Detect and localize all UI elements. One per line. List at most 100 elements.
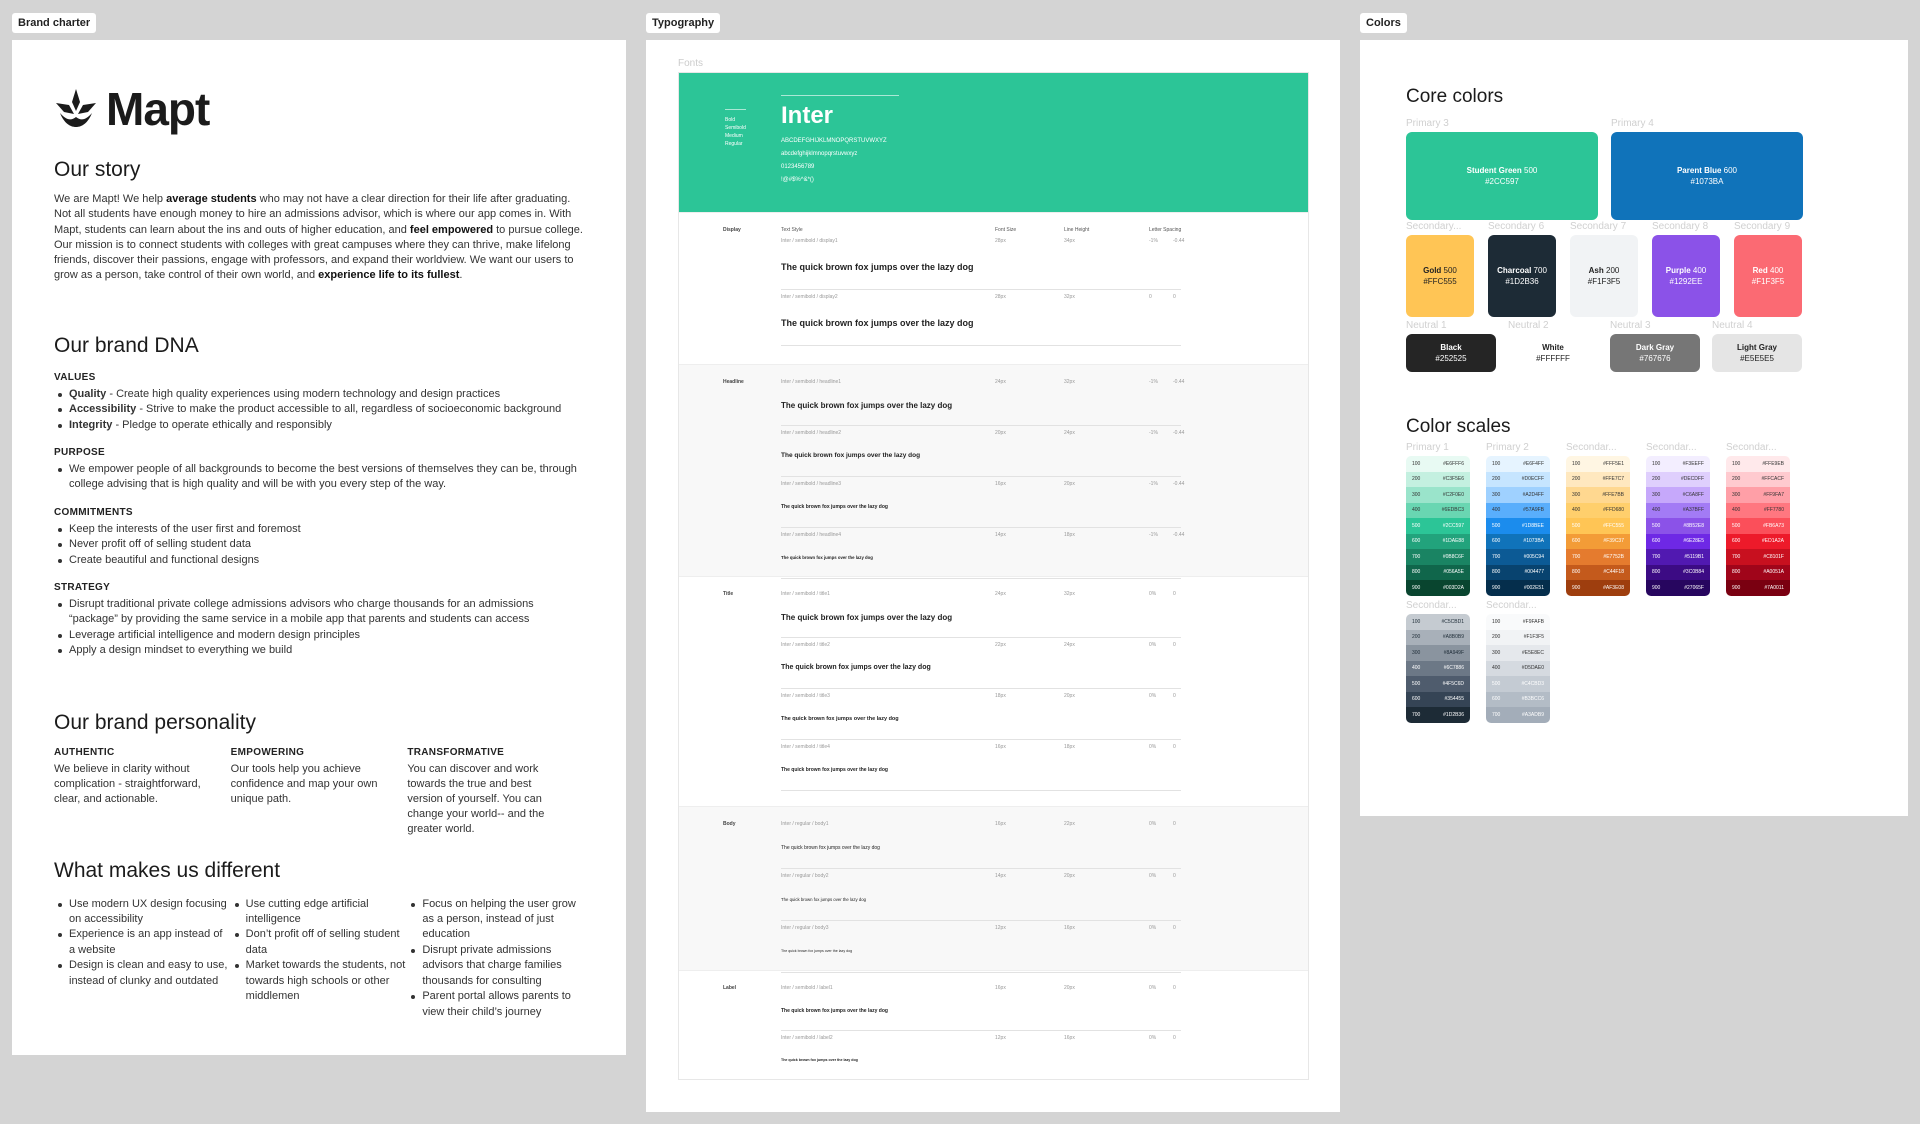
scale-step: 600 #ED1A2A (1726, 533, 1790, 549)
scale-step-weight: 500 (1572, 522, 1581, 529)
trait-heading: EMPOWERING (230, 746, 305, 758)
scale-step-weight: 900 (1652, 584, 1661, 591)
swatch-name-text: Light Gray (1736, 343, 1777, 352)
type-letter-spacing-px: -0.44 (1173, 379, 1185, 385)
swatch-hex: #767676 (1639, 354, 1671, 363)
scale-step: 900 #002E51 (1486, 580, 1550, 596)
story-emphasis: experience life to its fullest (318, 269, 460, 282)
scale-step-hex: #C4CBD3 (1521, 680, 1544, 687)
type-sample: The quick brown fox jumps over the lazy … (781, 504, 888, 510)
scale-step-hex: #F1F3F5 (1523, 634, 1544, 641)
scale-step: 800 #3C0B84 (1646, 564, 1710, 580)
scale-step: 800 #A0051A (1726, 564, 1790, 580)
scale-step-hex: #FFE7C7 (1602, 476, 1624, 483)
type-sample: The quick brown fox jumps over the lazy … (781, 664, 931, 671)
scale-step: 700 #1D2B36 (1406, 707, 1470, 723)
different-item: Parent portal allows parents to view the… (411, 989, 584, 1020)
different-item: Design is clean and easy to use, instead… (58, 958, 231, 989)
scale-step-weight: 900 (1732, 584, 1741, 591)
scale-step-hex: #004477 (1524, 569, 1544, 576)
type-style-name: Inter / semibold / title1 (781, 591, 830, 597)
different-item: Disrupt private admissions advisors that… (411, 943, 584, 989)
type-letter-spacing-px: -0.44 (1173, 238, 1185, 244)
value-item: Accessibility - Strive to make the produ… (58, 402, 584, 417)
core-colors-title: Core colors (1406, 86, 1504, 107)
scale-step: 700 #A3ADB9 (1486, 707, 1550, 723)
scale-step-weight: 700 (1652, 553, 1661, 560)
scale-step-weight: 600 (1492, 538, 1501, 545)
color-scale: 100 #F9FAFB 200 #F1F3F5 300 #E5E8EC 400 #D5DAE0… (1486, 614, 1550, 723)
swatch-name-text: Purple (1665, 266, 1691, 275)
trait-heading: AUTHENTIC (54, 746, 115, 758)
scale-step-hex: #5119B1 (1684, 553, 1704, 560)
mapt-logo-icon (56, 89, 96, 127)
scale-step: 100 #F9FAFB (1486, 614, 1550, 630)
scale-step: 200 #F1F3F5 (1486, 629, 1550, 645)
different-list: Use cutting edge artificial intelligence… (231, 897, 408, 1005)
color-scale: 100 #C5CBD1 200 #A8B0B9 300 #8A949F 400 #6C7886… (1406, 614, 1470, 723)
story-emphasis: feel empowered (409, 223, 494, 236)
font-weight-label: Bold (725, 117, 736, 123)
type-style-name: Inter / semibold / headline2 (781, 430, 842, 436)
type-font-size: 28px (995, 294, 1006, 300)
type-sample: The quick brown fox jumps over the lazy … (781, 1058, 858, 1063)
commitment-item: Never profit off of selling student data (58, 537, 584, 552)
swatch-name: Red 400 (1753, 265, 1784, 276)
scale-step-weight: 500 (1732, 522, 1741, 529)
scale-step-hex: #6C7886 (1443, 665, 1464, 672)
type-row: Inter / semibold / display1 28px 34px -1% -0… (781, 238, 1185, 290)
scale-step: 600 #1073BA (1486, 533, 1550, 549)
scale-step-weight: 500 (1412, 680, 1421, 687)
scale-step-weight: 800 (1492, 569, 1501, 576)
type-section-display: Display Text Style Font Size Line Height Let… (679, 212, 1308, 364)
type-style-name: Inter / regular / body1 (781, 821, 829, 827)
type-section-name: Display (723, 227, 741, 233)
commitments-heading: COMMITMENTS (54, 506, 133, 518)
type-line-height: 16px (1064, 925, 1075, 931)
scale-step: 800 #C44F18 (1566, 564, 1630, 580)
logo-text: Mapt (106, 83, 210, 135)
swatch-label: Secondary... (1406, 221, 1462, 232)
scale-step-hex: #57A9FB (1523, 507, 1544, 514)
commitment-item: Create beautiful and functional designs (58, 553, 584, 568)
swatch-name-text: Charcoal (1497, 266, 1532, 275)
typography-frame[interactable]: Fonts Bold Semibold Medium Regular Inter AB… (646, 40, 1340, 1112)
scale-step-hex: #D5DAE0 (1521, 665, 1544, 672)
personality-trait: AUTHENTIC We believe in clarity without c… (54, 745, 231, 837)
type-letter-spacing: 0 (1149, 294, 1152, 300)
scale-step: 400 #FFD680 (1566, 502, 1630, 518)
scale-step-weight: 300 (1572, 491, 1581, 498)
scale-step: 800 #004477 (1486, 564, 1550, 580)
type-section-name: Headline (723, 379, 744, 385)
scale-step: 900 #003D2A (1406, 580, 1470, 596)
scale-step-weight: 700 (1572, 553, 1581, 560)
scale-step-weight: 800 (1732, 569, 1741, 576)
type-font-size: 28px (995, 238, 1006, 244)
frame-label-typography[interactable]: Typography (646, 13, 721, 33)
type-letter-spacing-px: -0.44 (1173, 481, 1185, 487)
frame-label-colors[interactable]: Colors (1360, 13, 1407, 33)
strategy-item: Apply a design mindset to everything we … (58, 643, 584, 658)
swatch-label: Secondary 7 (1570, 221, 1627, 232)
scale-step-hex: #E6F4FF (1523, 460, 1544, 467)
type-row: Inter / semibold / label1 16px 20px 0% 0 The … (781, 985, 1181, 1031)
mapt-logo: Mapt (54, 86, 584, 132)
type-row: Inter / semibold / headline1 24px 32px -1% -… (781, 379, 1185, 426)
swatch-hex: #2CC597 (1485, 177, 1519, 186)
scale-step-hex: #C8101F (1763, 553, 1784, 560)
colors-frame[interactable]: Core colors Primary 3 Student Green 500 #2… (1360, 40, 1908, 816)
scale-step-hex: #005C94 (1523, 553, 1544, 560)
brand-charter-frame[interactable]: Mapt Our story We are Mapt! We help aver… (12, 40, 626, 1055)
frame-label-brand[interactable]: Brand charter (12, 13, 97, 33)
scale-step: 700 #C8101F (1726, 549, 1790, 565)
scale-step-weight: 300 (1492, 491, 1501, 498)
scale-step: 700 #5119B1 (1646, 549, 1710, 565)
type-sample: The quick brown fox jumps over the lazy … (781, 452, 921, 460)
different-item: Use modern UX design focusing on accessi… (58, 897, 231, 928)
type-sample: The quick brown fox jumps over the lazy … (781, 896, 867, 902)
scale-step-hex: #1073BA (1523, 538, 1544, 545)
swatch-name-text: White (1542, 343, 1564, 352)
secondary-swatch: Charcoal 700 #1D2B36 (1488, 235, 1556, 317)
scale-step: 400 #FF7780 (1726, 502, 1790, 518)
scale-step-weight: 200 (1492, 634, 1501, 641)
